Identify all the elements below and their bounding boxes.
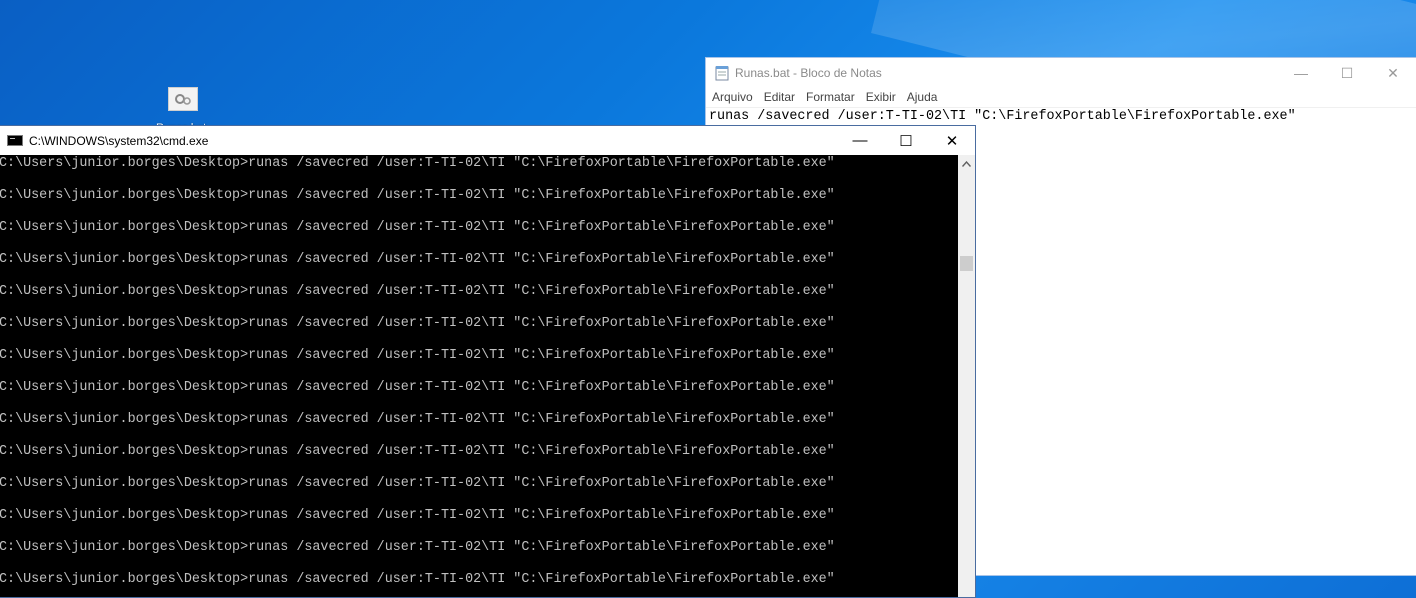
maximize-icon: ☐	[899, 132, 913, 150]
console-line: C:\Users\junior.borges\Desktop>runas /sa…	[0, 572, 835, 587]
close-button[interactable]: ✕	[929, 126, 975, 155]
menu-exibir[interactable]: Exibir	[866, 90, 896, 104]
console-line: C:\Users\junior.borges\Desktop>runas /sa…	[0, 252, 835, 267]
gear-icon	[175, 94, 191, 105]
console-line: C:\Users\junior.borges\Desktop>runas /sa…	[0, 156, 835, 171]
minimize-button[interactable]: —	[837, 126, 883, 155]
console-line: C:\Users\junior.borges\Desktop>runas /sa…	[0, 476, 835, 491]
cmd-title: C:\WINDOWS\system32\cmd.exe	[29, 133, 209, 148]
menu-arquivo[interactable]: Arquivo	[712, 90, 753, 104]
menu-editar[interactable]: Editar	[764, 90, 795, 104]
scroll-up-arrow-icon[interactable]	[958, 157, 975, 171]
vertical-scrollbar[interactable]	[958, 155, 975, 597]
cmd-window[interactable]: C:\WINDOWS\system32\cmd.exe — ☐ ✕ C:\Use…	[0, 125, 976, 598]
console-line: C:\Users\junior.borges\Desktop>runas /sa…	[0, 412, 835, 427]
maximize-button[interactable]: ☐	[883, 126, 929, 155]
close-icon: ✕	[1387, 64, 1399, 81]
menu-ajuda[interactable]: Ajuda	[907, 90, 938, 104]
minimize-button[interactable]: —	[1278, 58, 1324, 88]
notepad-menubar: Arquivo Editar Formatar Exibir Ajuda	[706, 88, 1416, 106]
console-icon	[7, 135, 23, 146]
maximize-icon: ☐	[1340, 64, 1354, 81]
console-line: C:\Users\junior.borges\Desktop>runas /sa…	[0, 284, 835, 299]
notepad-app-icon	[715, 65, 729, 81]
minimize-icon: —	[1294, 65, 1308, 81]
notepad-title: Runas.bat - Bloco de Notas	[735, 66, 882, 80]
console-line: C:\Users\junior.borges\Desktop>runas /sa…	[0, 220, 835, 235]
notepad-titlebar[interactable]: Runas.bat - Bloco de Notas — ☐ ✕	[706, 58, 1416, 88]
console-output[interactable]: C:\Users\junior.borges\Desktop>runas /sa…	[0, 155, 958, 597]
scrollbar-thumb[interactable]	[960, 256, 973, 271]
minimize-icon: —	[852, 132, 868, 149]
menu-formatar[interactable]: Formatar	[806, 90, 855, 104]
close-button[interactable]: ✕	[1370, 58, 1416, 88]
console-line: C:\Users\junior.borges\Desktop>runas /sa…	[0, 508, 835, 523]
console-line: C:\Users\junior.borges\Desktop>runas /sa…	[0, 380, 835, 395]
console-line: C:\Users\junior.borges\Desktop>runas /sa…	[0, 540, 835, 555]
console-line: C:\Users\junior.borges\Desktop>runas /sa…	[0, 444, 835, 459]
console-line: C:\Users\junior.borges\Desktop>runas /sa…	[0, 348, 835, 363]
cmd-titlebar[interactable]: C:\WINDOWS\system32\cmd.exe — ☐ ✕	[0, 126, 975, 155]
gear-settings-icon[interactable]	[168, 87, 198, 111]
close-icon: ✕	[945, 132, 959, 150]
console-line: C:\Users\junior.borges\Desktop>runas /sa…	[0, 316, 835, 331]
maximize-button[interactable]: ☐	[1324, 58, 1370, 88]
console-line: C:\Users\junior.borges\Desktop>runas /sa…	[0, 188, 835, 203]
